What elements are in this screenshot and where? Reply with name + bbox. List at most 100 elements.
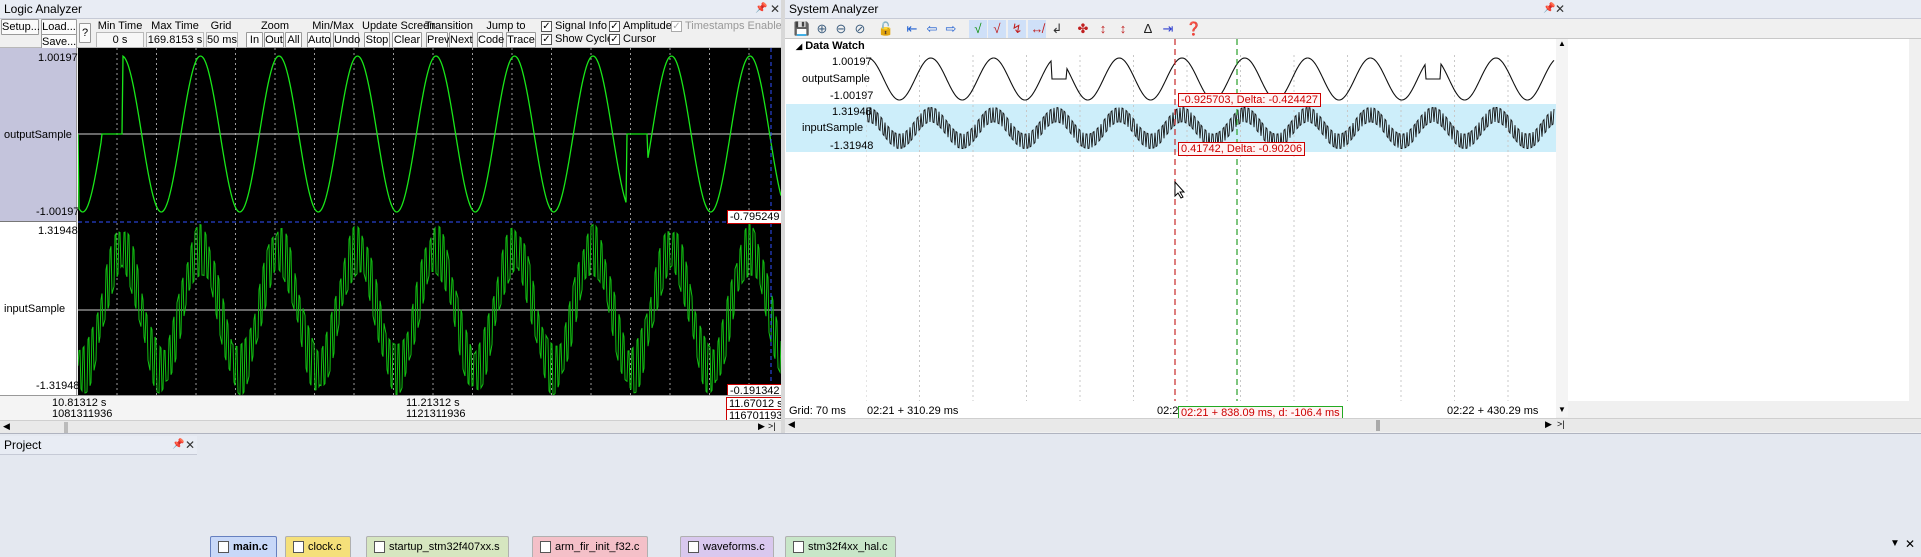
sys-scroll-up-arrow[interactable]: ▲	[1558, 39, 1566, 48]
project-pin-icon[interactable]: 📌	[172, 436, 184, 454]
logic-toolbar: Setup... Load... Save... ? Min Time 0 s …	[0, 19, 782, 50]
editor-tab-5[interactable]: stm32f4xx_hal.c	[785, 536, 897, 557]
data-watch-label: Data Watch	[805, 40, 865, 52]
next-button[interactable]: Next	[449, 32, 473, 48]
expand-icon[interactable]: ↕	[1094, 20, 1112, 38]
trace-button[interactable]: Trace	[506, 32, 536, 48]
help-icon[interactable]: ❓	[1185, 20, 1203, 38]
editor-tab-2[interactable]: startup_stm32f407xx.s	[366, 536, 509, 557]
scroll-end-button[interactable]: >|	[768, 421, 776, 431]
stop-button[interactable]: Stop	[364, 32, 390, 48]
zoom-out-button[interactable]: Out	[264, 32, 284, 48]
cursor-checkbox[interactable]: ✓	[609, 34, 620, 45]
editor-tab-label: startup_stm32f407xx.s	[389, 541, 500, 553]
cycles-left: 1081311936	[52, 408, 113, 420]
input-signal-name[interactable]: inputSample	[4, 303, 65, 315]
data-watch-header[interactable]: ◢ Data Watch	[796, 40, 865, 52]
stack-icon[interactable]: ✤	[1074, 20, 1092, 38]
setup-button[interactable]: Setup...	[1, 19, 40, 35]
project-close-icon[interactable]: ✕	[185, 436, 195, 454]
auto-button[interactable]: Auto	[307, 32, 331, 48]
zoom-all-button[interactable]: All	[285, 32, 302, 48]
editor-tab-1[interactable]: clock.c	[285, 536, 351, 557]
logic-analyzer-titlebar: Logic Analyzer 📌 ✕	[0, 0, 781, 19]
editor-tab-3[interactable]: arm_fir_init_f32.c	[532, 536, 649, 557]
zoom-out-icon[interactable]: ⊖	[832, 20, 850, 38]
scroll-thumb[interactable]	[64, 422, 68, 433]
edge-alt-icon[interactable]: ↮	[1028, 20, 1046, 38]
lock-icon[interactable]: 🔓	[877, 20, 895, 38]
signal-info-checkbox[interactable]: ✓	[541, 21, 552, 32]
help-button[interactable]: ?	[79, 23, 91, 43]
sys-hscroll-left[interactable]: ◀	[788, 419, 795, 430]
timestamps-checkbox[interactable]: ✓	[671, 21, 682, 32]
pane-splitter[interactable]	[781, 0, 785, 434]
c-file-icon	[218, 541, 229, 553]
output-signal-name[interactable]: outputSample	[4, 129, 72, 141]
zoom-in-icon[interactable]: ⊕	[813, 20, 831, 38]
output-cursor-value: -0.795249	[727, 210, 783, 224]
collapse-icon[interactable]: ◢	[796, 42, 802, 51]
cycles-mid: 1121311936	[406, 408, 466, 420]
prev-button[interactable]: Prev	[426, 32, 450, 48]
prev-icon[interactable]: ⇦	[923, 20, 941, 38]
minmax-label: Min/Max	[312, 20, 354, 32]
zoom-in-button[interactable]: In	[246, 32, 263, 48]
first-icon[interactable]: ⇤	[903, 20, 921, 38]
delta-icon[interactable]: Δ	[1139, 20, 1157, 38]
close-icon[interactable]: ✕	[770, 0, 780, 18]
rising-edge-icon[interactable]: √	[969, 20, 987, 38]
editor-close-icon[interactable]: ✕	[1905, 537, 1915, 551]
next-icon[interactable]: ⇨	[942, 20, 960, 38]
sys-time-mid: 02:2	[1157, 405, 1179, 417]
zoom-label: Zoom	[260, 20, 290, 32]
c-file-icon	[293, 541, 304, 553]
load-button[interactable]: Load...	[41, 19, 77, 35]
editor-tab-0[interactable]: main.c	[210, 536, 277, 557]
edge-icon[interactable]: ↯	[1008, 20, 1026, 38]
sys-output-name[interactable]: outputSample	[802, 73, 870, 85]
sys-hscroll-thumb[interactable]	[1376, 420, 1380, 431]
sys-input-name[interactable]: inputSample	[802, 122, 863, 134]
time-icon[interactable]: ↕	[1114, 20, 1132, 38]
sys-time-right: 02:22 + 430.29 ms	[1447, 405, 1539, 417]
grid-label: Grid	[210, 20, 232, 32]
logic-horizontal-scrollbar[interactable]: ◀ ▶ >|	[0, 420, 781, 434]
show-cycles-checkbox[interactable]: ✓	[541, 34, 552, 45]
c-file-icon	[793, 541, 804, 553]
marker-icon[interactable]: ↲	[1048, 20, 1066, 38]
sys-time-left: 02:21 + 310.29 ms	[867, 405, 959, 417]
amplitude-checkbox[interactable]: ✓	[609, 21, 620, 32]
logic-analyzer-title: Logic Analyzer	[4, 2, 83, 16]
save-icon[interactable]: 💾	[793, 20, 811, 38]
jump-icon[interactable]: ⇥	[1159, 20, 1177, 38]
jump-to-label: Jump to	[486, 20, 526, 32]
pin-icon[interactable]: 📌	[755, 0, 767, 18]
transition-label: Transition	[425, 20, 473, 32]
sys-grid-label: Grid: 70 ms	[789, 405, 846, 417]
code-button[interactable]: Code	[477, 32, 504, 48]
system-toolbar: 💾 ⊕ ⊖ ⊘ 🔓 ⇤ ⇦ ⇨ √ √ ↯ ↮ ↲ ✤ ↕ ↕ Δ ⇥ ❓	[785, 19, 1921, 39]
falling-edge-icon[interactable]: √	[988, 20, 1006, 38]
sys-horizontal-scrollbar[interactable]: ◀ ▶ >|	[785, 418, 1921, 432]
cursor-label: Cursor	[623, 33, 657, 45]
sys-pin-icon[interactable]: 📌	[1543, 0, 1555, 18]
sys-close-icon[interactable]: ✕	[1555, 0, 1565, 18]
scroll-left-arrow[interactable]: ◀	[3, 421, 10, 432]
clear-button[interactable]: Clear	[392, 32, 422, 48]
zoom-fit-icon[interactable]: ⊘	[851, 20, 869, 38]
undo-button[interactable]: Undo	[333, 32, 360, 48]
sys-hscroll-right[interactable]: ▶	[1545, 419, 1552, 430]
input-min-label: -1.31948	[36, 380, 80, 392]
sys-hscroll-end[interactable]: >|	[1557, 419, 1565, 429]
editor-tab-4[interactable]: waveforms.c	[680, 536, 774, 557]
update-screen-label: Update Screen	[362, 20, 436, 32]
sys-scroll-down-arrow[interactable]: ▼	[1558, 405, 1566, 414]
tab-list-dropdown-icon[interactable]: ▼	[1890, 538, 1900, 549]
logic-plot[interactable]	[78, 48, 781, 395]
min-time-value: 0 s	[96, 32, 144, 48]
timestamps-label: Timestamps Enable	[685, 20, 782, 32]
sys-vertical-scrollbar[interactable]: ▲ ▼	[1556, 39, 1568, 417]
scroll-right-arrow[interactable]: ▶	[758, 421, 765, 432]
project-title: Project	[4, 438, 42, 452]
